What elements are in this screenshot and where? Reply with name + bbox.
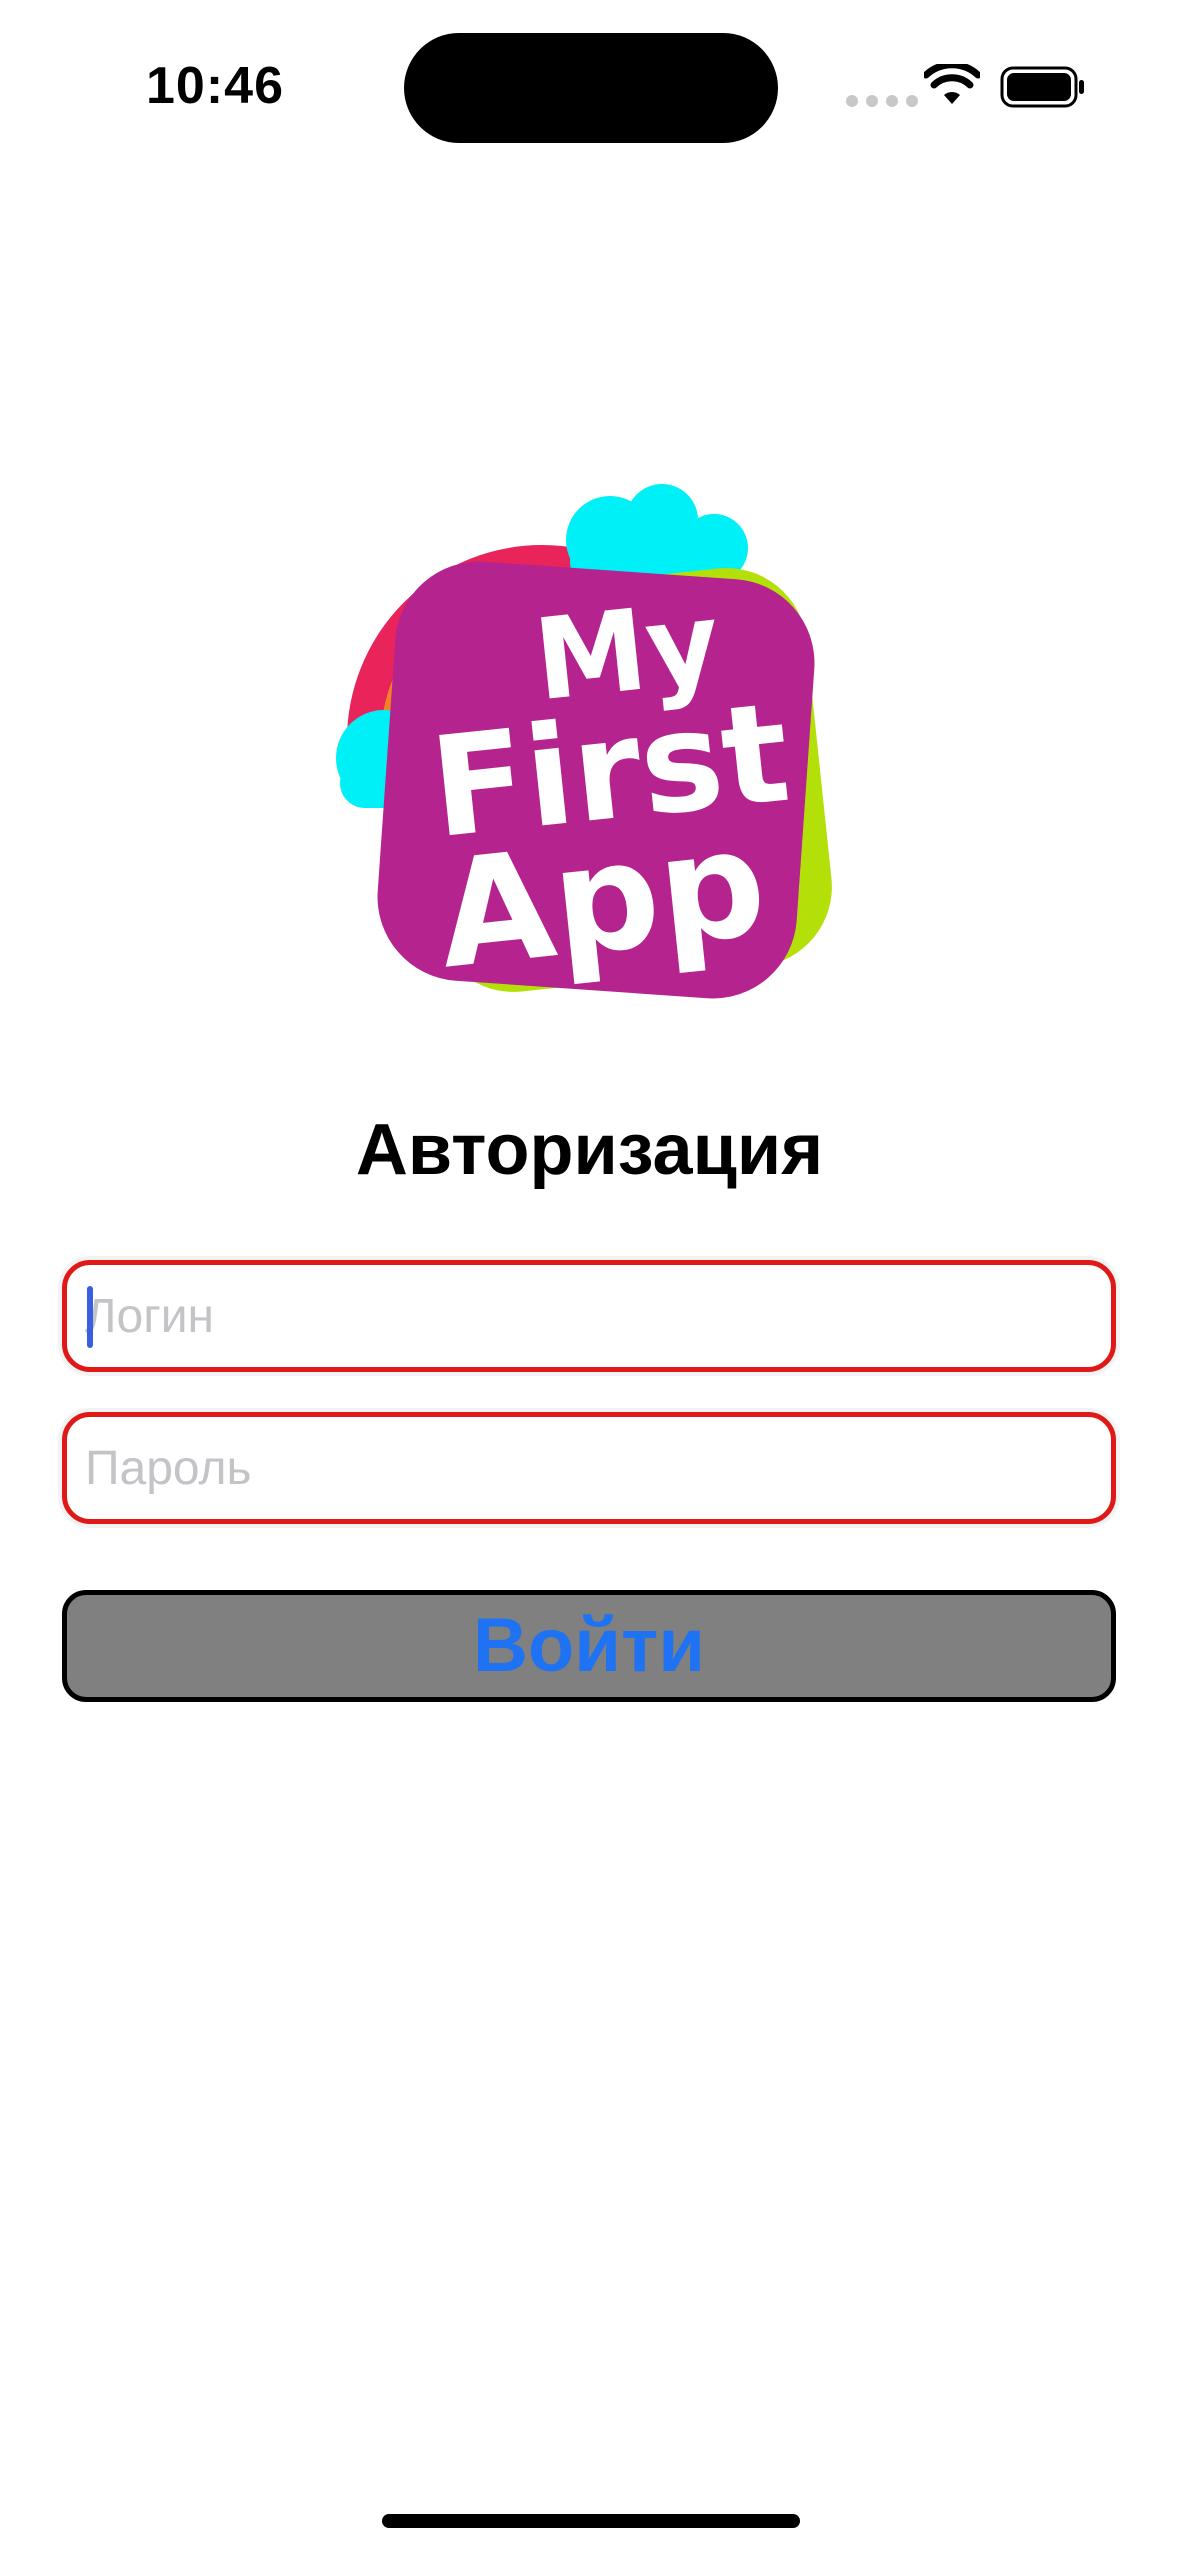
login-field[interactable] xyxy=(62,1260,1116,1372)
home-indicator[interactable] xyxy=(382,2514,800,2528)
password-input[interactable] xyxy=(85,1417,1085,1519)
password-field[interactable] xyxy=(62,1412,1116,1524)
login-button[interactable]: Войти xyxy=(62,1590,1116,1702)
page-title: Авторизация xyxy=(355,1110,824,1190)
login-input[interactable] xyxy=(85,1265,1085,1367)
dynamic-island xyxy=(404,33,778,143)
cellular-signal-icon xyxy=(846,95,918,107)
app-logo: My First App xyxy=(336,484,832,1002)
status-time: 10:46 xyxy=(146,57,284,115)
text-cursor xyxy=(87,1286,93,1348)
logo-text-app: App xyxy=(431,796,774,1001)
battery-icon xyxy=(1000,66,1084,108)
wifi-icon xyxy=(924,64,980,104)
